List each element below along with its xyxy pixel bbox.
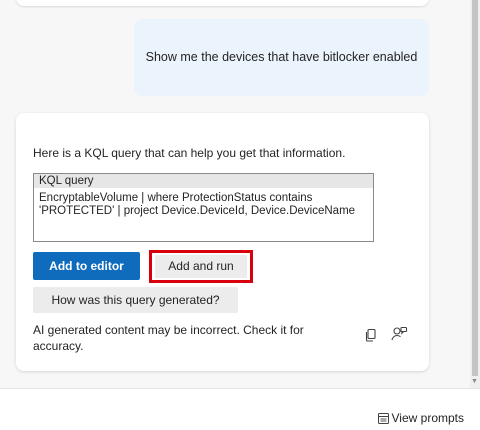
- add-and-run-button[interactable]: Add and run: [155, 255, 247, 278]
- scrollbar-thumb[interactable]: [472, 0, 478, 376]
- add-and-run-highlight: Add and run: [149, 250, 253, 283]
- kql-query-box[interactable]: KQL query EncryptableVolume | where Prot…: [33, 173, 374, 242]
- view-prompts-button[interactable]: View prompts: [377, 411, 464, 425]
- user-message: Show me the devices that have bitlocker …: [134, 19, 429, 96]
- view-prompts-label: View prompts: [391, 411, 464, 425]
- how-generated-button[interactable]: How was this query generated?: [33, 287, 238, 313]
- add-to-editor-button[interactable]: Add to editor: [33, 252, 140, 280]
- scroll-down-arrow-icon[interactable]: ▼: [471, 378, 478, 386]
- query-line: 'PROTECTED' | project Device.DeviceId, D…: [39, 205, 356, 217]
- feedback-icon[interactable]: [390, 325, 408, 343]
- ai-disclaimer: AI generated content may be incorrect. C…: [33, 323, 304, 353]
- footer-bar: View prompts: [0, 388, 480, 430]
- query-text[interactable]: EncryptableVolume | where ProtectionStat…: [34, 188, 373, 218]
- copy-icon[interactable]: [363, 327, 379, 343]
- previous-message-card: [16, 0, 429, 6]
- chat-area: Show me the devices that have bitlocker …: [0, 0, 470, 388]
- query-label: KQL query: [34, 174, 373, 188]
- query-line: EncryptableVolume | where ProtectionStat…: [39, 192, 313, 204]
- response-intro: Here is a KQL query that can help you ge…: [33, 146, 346, 160]
- assistant-response-card: Here is a KQL query that can help you ge…: [16, 113, 429, 371]
- prompts-icon: [377, 412, 389, 424]
